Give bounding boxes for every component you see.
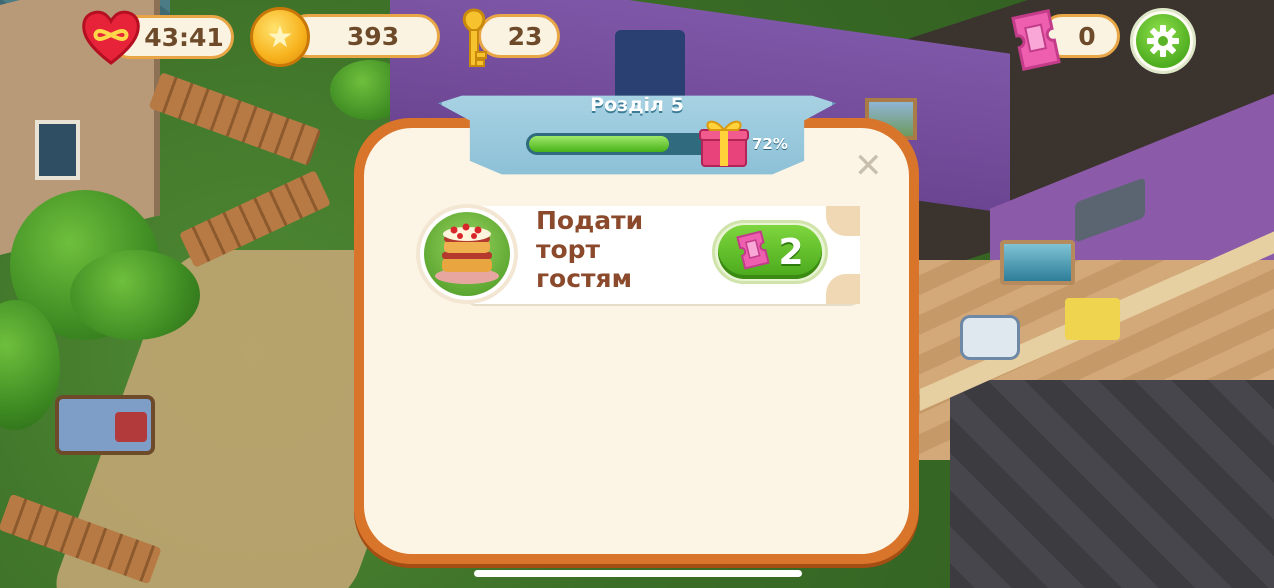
- cost-button-face: 2: [718, 225, 822, 279]
- tasks-dialog: ✕: [354, 118, 919, 564]
- chapter-progress-fill: [529, 136, 669, 152]
- dark-yard-tiles: [950, 380, 1274, 588]
- task-title: Подати торт гостям: [536, 206, 644, 293]
- ticket-icon: [736, 230, 771, 274]
- gift-icon[interactable]: [696, 114, 752, 170]
- task-card[interactable]: Подати торт гостям 2: [416, 204, 860, 304]
- aquarium: [1000, 240, 1075, 285]
- armchair[interactable]: [960, 315, 1020, 360]
- keys-count: 23: [507, 21, 543, 51]
- chapter-title: Розділ 5: [590, 94, 684, 116]
- chapter-progress-label: 72%: [752, 135, 788, 153]
- golden-key-icon: [454, 6, 494, 72]
- swing-pillow: [115, 412, 147, 442]
- cake-icon: [424, 212, 510, 296]
- complete-task-button[interactable]: 2: [712, 220, 828, 284]
- task-icon-frame: [416, 204, 518, 304]
- settings-button[interactable]: [1130, 8, 1196, 74]
- coin-star-icon: ★: [250, 7, 310, 67]
- gear-icon: [1136, 14, 1190, 68]
- tree: [70, 250, 200, 340]
- lives-timer: 43:41: [144, 22, 224, 52]
- ticket-icon: [1010, 8, 1062, 72]
- tickets-count: 0: [1078, 21, 1096, 51]
- neighbor-window: [35, 120, 80, 180]
- tasks-dialog-body: ✕: [364, 128, 909, 554]
- coins-count: 393: [346, 21, 400, 51]
- heart-infinity-icon: [80, 7, 142, 67]
- task-cost: 2: [778, 231, 804, 273]
- tv-stand[interactable]: [1065, 298, 1120, 340]
- home-indicator[interactable]: [474, 570, 802, 577]
- close-icon[interactable]: ✕: [854, 149, 883, 183]
- chapter-banner: Розділ 5 72%: [438, 86, 836, 182]
